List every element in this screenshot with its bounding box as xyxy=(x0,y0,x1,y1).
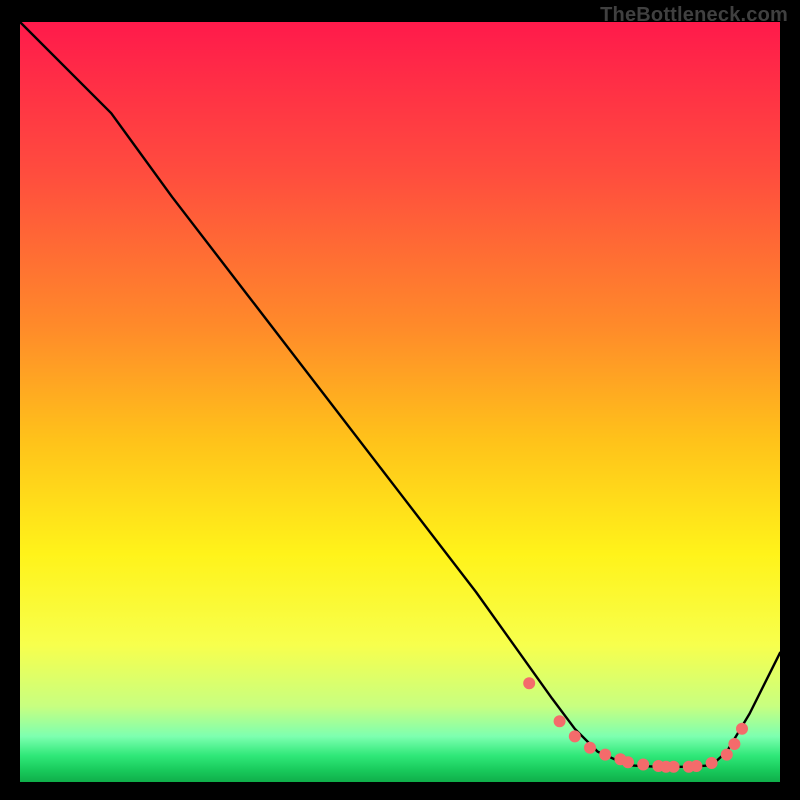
data-marker xyxy=(554,715,566,727)
data-marker xyxy=(523,677,535,689)
data-marker xyxy=(569,730,581,742)
bottleneck-chart xyxy=(0,0,800,800)
data-marker xyxy=(599,749,611,761)
data-marker xyxy=(622,756,634,768)
data-marker xyxy=(736,723,748,735)
watermark-text: TheBottleneck.com xyxy=(600,4,788,27)
data-marker xyxy=(668,761,680,773)
chart-frame: { "watermark": "TheBottleneck.com", "cha… xyxy=(0,0,800,800)
data-marker xyxy=(706,757,718,769)
data-marker xyxy=(721,749,733,761)
gradient-background xyxy=(20,22,780,782)
data-marker xyxy=(637,759,649,771)
data-marker xyxy=(728,738,740,750)
data-marker xyxy=(690,760,702,772)
data-marker xyxy=(584,742,596,754)
